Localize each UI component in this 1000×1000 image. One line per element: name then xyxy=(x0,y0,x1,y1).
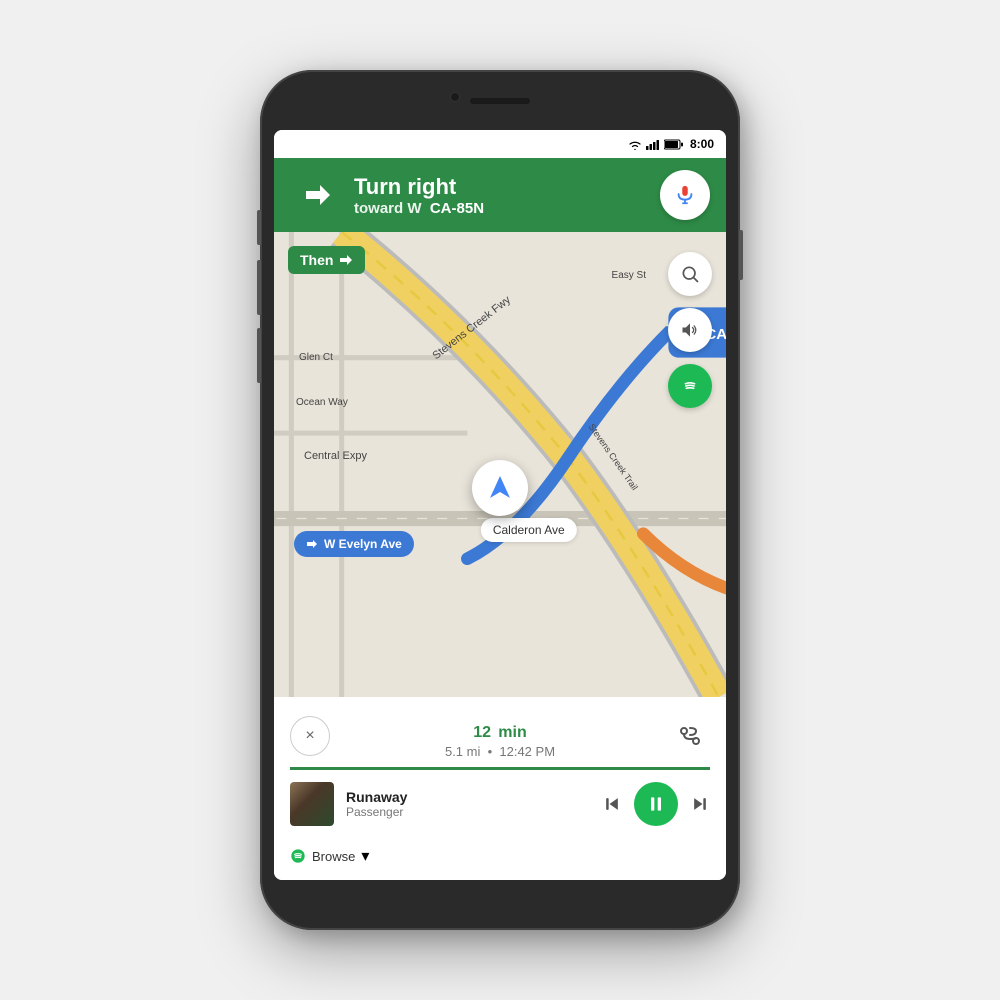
silent-switch xyxy=(257,328,261,383)
pause-icon xyxy=(646,794,666,814)
location-marker xyxy=(472,460,528,516)
status-icons xyxy=(628,139,684,150)
turn-arrow-icon xyxy=(290,171,338,219)
evelyn-arrow-icon xyxy=(306,538,318,550)
phone-screen: 8:00 Turn right toward W CA-85N xyxy=(274,130,726,880)
navigation-arrow-icon xyxy=(486,474,514,502)
next-icon xyxy=(690,794,710,814)
album-art-image xyxy=(290,782,334,826)
then-badge: Then xyxy=(288,246,365,274)
search-button[interactable] xyxy=(668,252,712,296)
wifi-icon xyxy=(628,139,642,150)
previous-icon xyxy=(602,794,622,814)
nav-street: toward W CA-85N xyxy=(354,200,644,217)
nav-text: Turn right toward W CA-85N xyxy=(354,174,644,217)
track-artist: Passenger xyxy=(346,805,590,819)
phone-speaker xyxy=(470,98,530,104)
volume-icon xyxy=(680,320,700,340)
phone-device: 8:00 Turn right toward W CA-85N xyxy=(260,70,740,930)
trip-distance: 5.1 mi xyxy=(445,744,480,759)
power-button xyxy=(739,230,743,280)
calderon-text: Calderon Ave xyxy=(493,523,565,537)
status-bar: 8:00 xyxy=(274,130,726,158)
nav-instruction: Turn right xyxy=(354,174,644,200)
spotify-browse[interactable]: Browse ▾ xyxy=(274,838,726,880)
search-icon xyxy=(680,264,700,284)
mic-button[interactable] xyxy=(660,170,710,220)
nav-toward: toward W xyxy=(354,200,422,217)
spotify-icon xyxy=(679,375,701,397)
side-buttons xyxy=(668,252,712,408)
trip-time: 12 min xyxy=(445,713,555,744)
evelyn-ave-text: W Evelyn Ave xyxy=(324,537,402,551)
trip-minutes: 12 xyxy=(473,724,491,741)
ocean-way-label: Ocean Way xyxy=(296,397,348,408)
trip-details: 5.1 mi • 12:42 PM xyxy=(445,744,555,759)
browse-label: Browse xyxy=(312,849,355,864)
mic-icon xyxy=(674,184,696,206)
album-art xyxy=(290,782,334,826)
bottom-panel: × 12 min 5.1 mi • 12:42 PM xyxy=(274,697,726,880)
track-info: Runaway Passenger xyxy=(346,789,590,819)
spotify-logo-icon xyxy=(290,848,306,864)
track-name: Runaway xyxy=(346,789,590,805)
close-button[interactable]: × xyxy=(290,716,330,756)
volume-down-button xyxy=(257,260,261,315)
glen-ct-label: Glen Ct xyxy=(299,352,333,363)
easy-st-label: Easy St xyxy=(612,270,646,281)
phone-body: 8:00 Turn right toward W CA-85N xyxy=(260,70,740,930)
calderon-badge: Calderon Ave xyxy=(481,518,577,542)
route-options-icon xyxy=(677,723,703,749)
status-time: 8:00 xyxy=(690,137,714,151)
next-button[interactable] xyxy=(690,794,710,814)
play-pause-button[interactable] xyxy=(634,782,678,826)
spotify-button[interactable] xyxy=(668,364,712,408)
phone-camera xyxy=(450,92,460,102)
location-marker-inner xyxy=(472,460,528,516)
close-icon: × xyxy=(305,727,314,745)
volume-up-button xyxy=(257,210,261,245)
trip-unit: min xyxy=(498,724,526,741)
route-options-button[interactable] xyxy=(670,716,710,756)
nav-header: Turn right toward W CA-85N xyxy=(274,158,726,232)
map-area[interactable]: ↱ CA Then xyxy=(274,232,726,697)
central-expy-label: Central Expy xyxy=(304,450,367,462)
volume-button[interactable] xyxy=(668,308,712,352)
then-arrow-icon xyxy=(339,253,353,267)
signal-icon xyxy=(646,139,660,150)
evelyn-ave-badge: W Evelyn Ave xyxy=(294,531,414,557)
player-controls xyxy=(602,782,710,826)
prev-button[interactable] xyxy=(602,794,622,814)
then-label: Then xyxy=(300,252,333,268)
music-player: Runaway Passenger xyxy=(274,770,726,838)
trip-info: × 12 min 5.1 mi • 12:42 PM xyxy=(274,697,726,767)
battery-icon xyxy=(664,139,684,150)
trip-eta: 12:42 PM xyxy=(499,744,555,759)
browse-chevron: ▾ xyxy=(361,846,369,866)
nav-highway: CA-85N xyxy=(430,200,484,217)
trip-center: 12 min 5.1 mi • 12:42 PM xyxy=(445,713,555,759)
